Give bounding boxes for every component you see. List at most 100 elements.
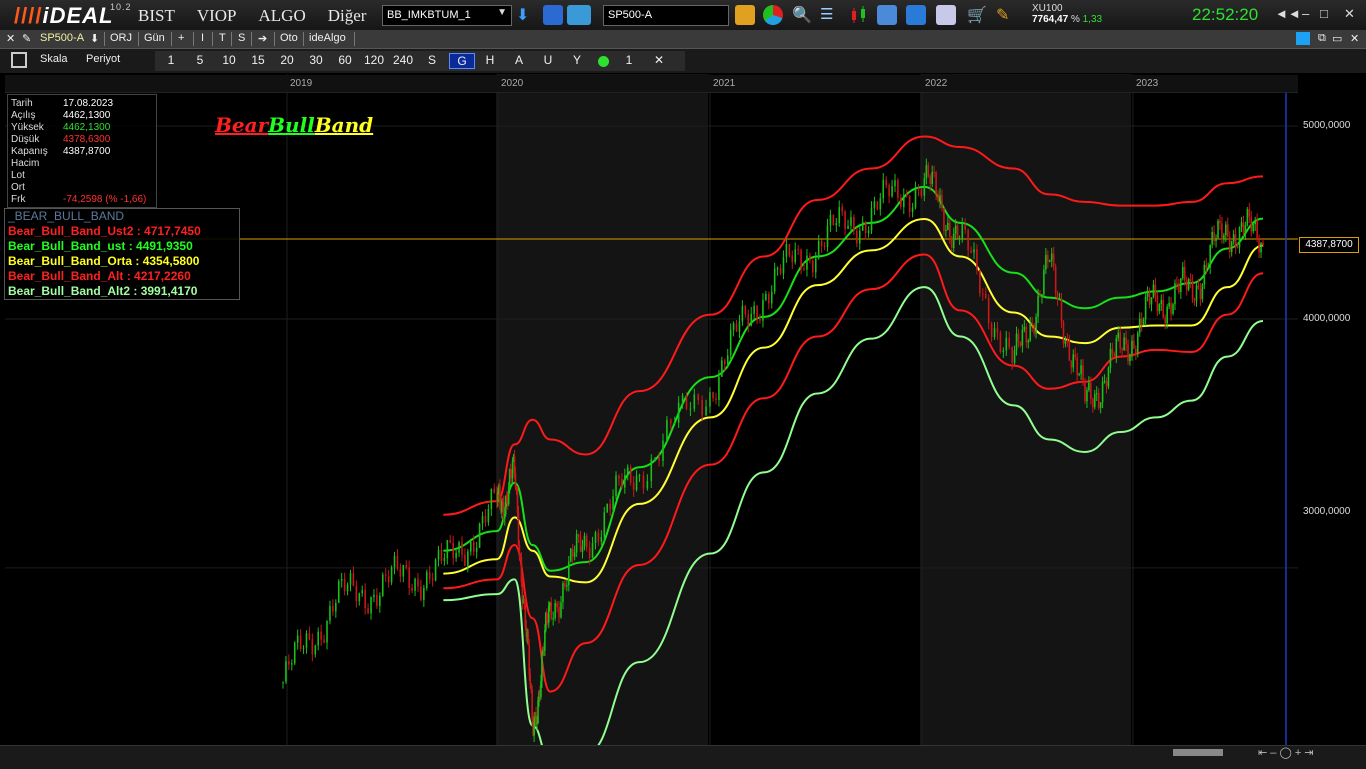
window-restore-icon[interactable]: ⧉ xyxy=(1318,32,1326,45)
period-button[interactable]: Periyot xyxy=(86,53,120,65)
period-A[interactable]: A xyxy=(507,53,531,67)
save-icon[interactable] xyxy=(543,5,563,25)
menu-viop[interactable]: VIOP xyxy=(197,6,237,26)
close-chart-icon[interactable]: ✕ xyxy=(6,32,15,45)
candle-body xyxy=(437,549,440,560)
cart-icon[interactable]: 🛒 xyxy=(967,5,987,25)
candle-body xyxy=(632,482,635,491)
candle-body xyxy=(642,475,645,489)
period-10[interactable]: 10 xyxy=(217,53,241,67)
period-G[interactable]: G xyxy=(449,53,475,69)
window-close-icon[interactable]: ✕ xyxy=(1350,32,1359,45)
floppy-icon[interactable] xyxy=(11,52,27,68)
idealgo-button[interactable]: ideAlgo xyxy=(309,32,346,44)
monitor-icon[interactable] xyxy=(567,5,591,25)
candle-body xyxy=(897,180,899,198)
candle-body xyxy=(390,567,393,583)
orj-button[interactable]: ORJ xyxy=(110,32,132,44)
candle-body xyxy=(1199,288,1202,300)
info-label: Frk xyxy=(11,194,26,205)
period-60[interactable]: 60 xyxy=(333,53,357,67)
candlestick-icon[interactable] xyxy=(849,5,869,25)
back-icon[interactable]: ◄◄ xyxy=(1275,6,1301,21)
candle-body xyxy=(597,532,600,542)
candle-body xyxy=(600,536,603,542)
pie-chart-icon[interactable] xyxy=(763,5,783,25)
period-H[interactable]: H xyxy=(478,53,502,67)
plus-button[interactable]: + xyxy=(178,32,184,44)
oto-button[interactable]: Oto xyxy=(280,32,298,44)
i-button[interactable]: I xyxy=(201,32,204,44)
download-icon[interactable]: ⬇ xyxy=(516,5,536,25)
list-combo[interactable]: BB_IMKBTUM_1 ▼ xyxy=(382,5,512,26)
menu-bist[interactable]: BIST xyxy=(138,6,175,26)
candle-body xyxy=(870,208,873,231)
candle-body xyxy=(762,299,764,321)
period-20[interactable]: 20 xyxy=(275,53,299,67)
menu-algo[interactable]: ALGO xyxy=(259,6,306,26)
period-15[interactable]: 15 xyxy=(246,53,270,67)
cube-icon[interactable] xyxy=(936,5,956,25)
minimize-button[interactable]: – xyxy=(1302,6,1309,21)
candle-body xyxy=(332,606,334,612)
candle-body xyxy=(420,586,422,600)
period-120[interactable]: 120 xyxy=(362,53,386,67)
candle-body xyxy=(908,195,911,212)
legend-row: Bear_Bull_Band_Alt2 : 3991,4170 xyxy=(8,284,198,298)
search-icon[interactable]: 🔍 xyxy=(792,5,812,25)
indicator-toggle-icon[interactable] xyxy=(598,56,609,67)
candle-body xyxy=(1133,340,1135,349)
book-icon[interactable] xyxy=(906,5,926,25)
sort-icon[interactable]: ⬇ xyxy=(90,32,99,45)
candle-body xyxy=(1095,393,1098,395)
candle-body xyxy=(1154,284,1157,296)
candle-body xyxy=(1050,253,1053,261)
candle-body xyxy=(1189,279,1192,281)
menu-diger[interactable]: Diğer xyxy=(328,6,367,26)
gun-button[interactable]: Gün xyxy=(144,32,165,44)
remove-indicator-icon[interactable]: ✕ xyxy=(647,53,671,67)
candle-body xyxy=(1197,285,1200,289)
candle-body xyxy=(1170,302,1172,314)
period-5[interactable]: 5 xyxy=(188,53,212,67)
arrow-button[interactable]: ➔ xyxy=(258,32,267,45)
period-Y[interactable]: Y xyxy=(565,53,589,67)
brush-icon[interactable]: ✎ xyxy=(996,5,1016,25)
candle-body xyxy=(1052,253,1055,267)
candle-body xyxy=(308,633,311,640)
s-button[interactable]: S xyxy=(238,32,245,44)
scale-button[interactable]: Skala xyxy=(40,53,68,65)
candle-body xyxy=(1140,318,1143,326)
clipboard-icon[interactable] xyxy=(735,5,755,25)
candle-body xyxy=(820,240,823,246)
period-240[interactable]: 240 xyxy=(391,53,415,67)
list-icon[interactable]: ☰ xyxy=(820,5,840,25)
candle-body xyxy=(838,207,841,224)
candle-body xyxy=(1008,337,1011,348)
pin-icon[interactable]: ✎ xyxy=(22,32,31,45)
window-max-icon[interactable]: ▭ xyxy=(1332,32,1342,45)
chart-symbol[interactable]: SP500-A xyxy=(40,32,84,44)
horizontal-scrollbar[interactable] xyxy=(1173,749,1223,756)
period-1[interactable]: 1 xyxy=(159,53,183,67)
info-label: Ort xyxy=(11,182,25,193)
t-button[interactable]: T xyxy=(219,32,226,44)
candle-body xyxy=(976,249,978,270)
price-chart[interactable] xyxy=(5,74,1298,762)
candle-body xyxy=(876,201,879,210)
period-U[interactable]: U xyxy=(536,53,560,67)
chart-canvas[interactable] xyxy=(5,74,1298,762)
period-S[interactable]: S xyxy=(420,53,444,67)
symbol-input[interactable]: SP500-A xyxy=(603,5,729,26)
candle-body xyxy=(571,548,574,557)
indicator-count: 1 xyxy=(625,53,633,67)
zoom-controls[interactable]: ⇤ – ◯ + ⇥ xyxy=(1258,746,1314,759)
close-button[interactable]: ✕ xyxy=(1344,6,1355,22)
twitter-icon[interactable] xyxy=(1296,32,1310,45)
candle-body xyxy=(984,293,987,298)
period-30[interactable]: 30 xyxy=(304,53,328,67)
candle-body xyxy=(1039,295,1041,297)
candle-body xyxy=(911,207,914,212)
maximize-button[interactable]: □ xyxy=(1320,6,1328,21)
window-icon[interactable] xyxy=(877,5,897,25)
